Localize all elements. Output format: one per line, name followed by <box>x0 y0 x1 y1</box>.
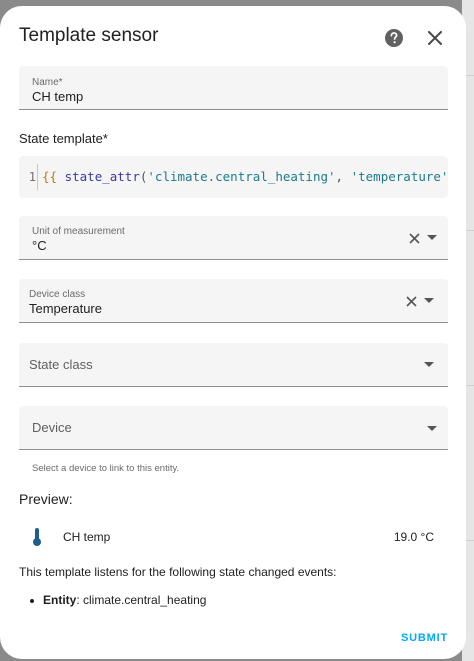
listen-entity-label: Entity <box>43 593 77 607</box>
code-comma: , <box>335 169 351 184</box>
dialog-title: Template sensor <box>19 25 159 46</box>
listen-entity-item: Entity: climate.central_heating <box>30 593 206 607</box>
name-field-label: Name* <box>32 77 63 88</box>
name-field[interactable]: Name* CH temp <box>19 66 448 110</box>
code-line[interactable]: {{ state_attr('climate.central_heating',… <box>42 156 448 198</box>
help-button[interactable] <box>382 26 406 50</box>
device-placeholder: Device <box>32 420 72 435</box>
clear-icon <box>405 295 417 307</box>
help-circle-icon <box>385 29 403 47</box>
chevron-down-icon <box>427 426 437 431</box>
code-function: state_attr <box>64 169 140 184</box>
clear-icon <box>408 232 420 244</box>
code-arg-entity: 'climate.central_heating' <box>147 169 336 184</box>
submit-button[interactable]: SUBMIT <box>401 632 448 644</box>
line-number: 1 <box>28 170 36 184</box>
bullet-icon <box>30 598 34 603</box>
device-class-value: Temperature <box>29 301 102 316</box>
device-class-select[interactable]: Device class Temperature <box>19 279 448 323</box>
unit-field-value: °C <box>32 238 47 253</box>
device-class-label: Device class <box>29 289 86 300</box>
gutter-separator <box>37 164 38 190</box>
device-helper-text: Select a device to link to this entity. <box>32 463 180 474</box>
state-template-editor[interactable]: 1 {{ state_attr('climate.central_heating… <box>19 156 448 198</box>
device-picker[interactable]: Device <box>19 406 448 450</box>
listen-entity-value: : climate.central_heating <box>76 593 207 607</box>
state-class-dropdown-button[interactable] <box>420 356 438 374</box>
preview-entity-name: CH temp <box>63 530 111 544</box>
code-open-braces: {{ <box>42 169 58 184</box>
device-dropdown-button[interactable] <box>423 420 441 438</box>
preview-entity-row[interactable]: CH temp 19.0 °C <box>19 522 448 550</box>
listen-description: This template listens for the following … <box>19 565 337 579</box>
chevron-down-icon <box>424 298 434 303</box>
state-template-label: State template* <box>19 131 108 146</box>
code-arg-attribute: 'temperature' <box>350 169 448 184</box>
state-class-placeholder: State class <box>29 357 93 372</box>
unit-clear-button[interactable] <box>405 229 423 247</box>
close-icon <box>428 31 442 45</box>
name-field-value[interactable]: CH temp <box>32 89 83 104</box>
device-class-clear-button[interactable] <box>402 292 420 310</box>
chevron-down-icon <box>424 362 434 367</box>
chevron-down-icon <box>427 235 437 240</box>
preview-entity-state: 19.0 °C <box>393 530 434 544</box>
thermometer-icon <box>33 528 41 546</box>
dialog-header: Template sensor <box>0 6 466 68</box>
unit-of-measurement-select[interactable]: Unit of measurement °C <box>19 216 448 260</box>
template-sensor-dialog: Template sensor Name* CH temp State temp… <box>0 6 466 659</box>
device-class-dropdown-button[interactable] <box>420 292 438 310</box>
unit-dropdown-button[interactable] <box>423 229 441 247</box>
close-button[interactable] <box>423 26 447 50</box>
preview-title: Preview: <box>19 491 73 507</box>
unit-field-label: Unit of measurement <box>32 226 125 237</box>
state-class-select[interactable]: State class <box>19 343 448 387</box>
